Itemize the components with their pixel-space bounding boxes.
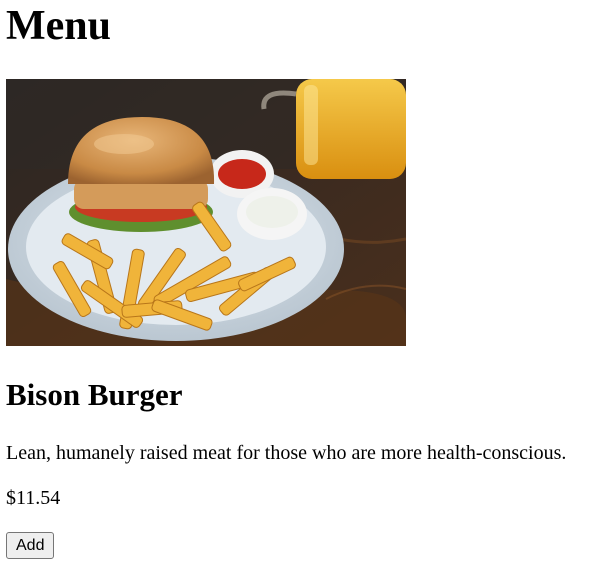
item-description: Lean, humanely raised meat for those who… (6, 442, 567, 464)
item-name: Bison Burger (6, 377, 183, 412)
item-price: $11.54 (6, 487, 61, 509)
burger-photo (6, 79, 406, 346)
add-button[interactable]: Add (6, 532, 55, 559)
page-title: Menu (6, 3, 111, 49)
